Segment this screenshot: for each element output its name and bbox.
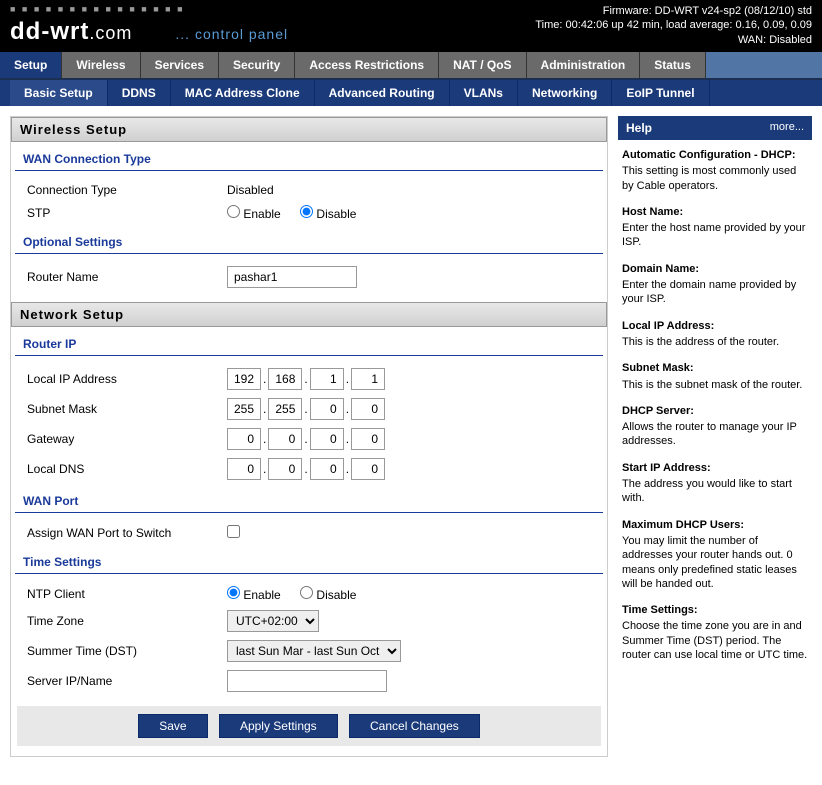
help-item-desc: The address you would like to start with… — [622, 477, 808, 506]
subtab-advanced-routing[interactable]: Advanced Routing — [315, 80, 450, 106]
sub-tabs: Basic Setup DDNS MAC Address Clone Advan… — [0, 80, 822, 106]
tab-services[interactable]: Services — [141, 52, 219, 78]
tab-wireless[interactable]: Wireless — [62, 52, 140, 78]
input-subnet-0[interactable] — [227, 398, 261, 420]
help-item-title: Automatic Configuration - DHCP: — [622, 148, 808, 162]
help-item-desc: This is the subnet mask of the router. — [622, 378, 808, 392]
value-connection-type: Disabled — [227, 183, 591, 197]
label-local-dns: Local DNS — [27, 462, 227, 476]
input-gateway-1[interactable] — [268, 428, 302, 450]
fieldset-optional: Optional Settings — [15, 225, 603, 254]
input-localip-2[interactable] — [310, 368, 344, 390]
input-gateway-2[interactable] — [310, 428, 344, 450]
input-localip-0[interactable] — [227, 368, 261, 390]
input-subnet-1[interactable] — [268, 398, 302, 420]
input-dns-1[interactable] — [268, 458, 302, 480]
save-button[interactable]: Save — [138, 714, 207, 738]
label-assign-wan: Assign WAN Port to Switch — [27, 526, 227, 540]
help-item-desc: This setting is most commonly used by Ca… — [622, 164, 808, 193]
help-item-title: DHCP Server: — [622, 404, 808, 418]
input-dns-0[interactable] — [227, 458, 261, 480]
input-gateway-3[interactable] — [351, 428, 385, 450]
subtab-ddns[interactable]: DDNS — [108, 80, 171, 106]
help-more-link[interactable]: more... — [770, 121, 804, 135]
help-item-desc: Enter the host name provided by your ISP… — [622, 221, 808, 250]
fieldset-wan-port: WAN Port — [15, 484, 603, 513]
logo-subtitle: ... control panel — [175, 26, 288, 42]
input-gateway-0[interactable] — [227, 428, 261, 450]
tab-access-restrictions[interactable]: Access Restrictions — [295, 52, 439, 78]
logo: ■ ■ ■ ■ ■ ■ ■ ■ ■ ■ ■ ■ ■ ■ ■ dd-wrt.com… — [10, 4, 288, 47]
help-header: Help more... — [618, 116, 812, 140]
label-subnet: Subnet Mask — [27, 402, 227, 416]
input-dns-2[interactable] — [310, 458, 344, 480]
help-title: Help — [626, 121, 652, 135]
help-item-desc: Enter the domain name provided by your I… — [622, 278, 808, 307]
help-item-desc: Allows the router to manage your IP addr… — [622, 420, 808, 449]
subtab-mac-clone[interactable]: MAC Address Clone — [171, 80, 315, 106]
help-item-desc: Choose the time zone you are in and Summ… — [622, 619, 808, 662]
input-subnet-3[interactable] — [351, 398, 385, 420]
label-local-ip: Local IP Address — [27, 372, 227, 386]
tab-administration[interactable]: Administration — [527, 52, 641, 78]
apply-button[interactable]: Apply Settings — [219, 714, 338, 738]
fieldset-time: Time Settings — [15, 545, 603, 574]
label-timezone: Time Zone — [27, 614, 227, 628]
help-column: Help more... Automatic Configuration - D… — [618, 116, 812, 757]
main-tabs: Setup Wireless Services Security Access … — [0, 52, 822, 80]
input-dns-3[interactable] — [351, 458, 385, 480]
select-timezone[interactable]: UTC+02:00 — [227, 610, 319, 632]
section-wireless-setup: Wireless Setup — [11, 117, 607, 142]
input-localip-1[interactable] — [268, 368, 302, 390]
help-list: Automatic Configuration - DHCP: This sett… — [618, 140, 812, 682]
logo-text: dd-wrt.com — [10, 18, 132, 45]
radio-ntp-enable[interactable] — [227, 586, 240, 599]
help-item-desc: This is the address of the router. — [622, 335, 808, 349]
tab-security[interactable]: Security — [219, 52, 295, 78]
label-stp: STP — [27, 206, 227, 220]
input-localip-3[interactable] — [351, 368, 385, 390]
fieldset-router-ip: Router IP — [15, 327, 603, 356]
fieldset-wan-connection: WAN Connection Type — [15, 142, 603, 171]
input-router-name[interactable] — [227, 266, 357, 288]
help-item-title: Subnet Mask: — [622, 361, 808, 375]
logo-dots: ■ ■ ■ ■ ■ ■ ■ ■ ■ ■ ■ ■ ■ ■ ■ — [10, 4, 288, 16]
section-network-setup: Network Setup — [11, 302, 607, 327]
help-item-title: Local IP Address: — [622, 319, 808, 333]
tab-setup[interactable]: Setup — [0, 52, 62, 78]
radio-stp-disable[interactable] — [300, 205, 313, 218]
help-item-desc: You may limit the number of addresses yo… — [622, 534, 808, 591]
help-item-title: Start IP Address: — [622, 461, 808, 475]
subtab-networking[interactable]: Networking — [518, 80, 612, 106]
help-item-title: Domain Name: — [622, 262, 808, 276]
tab-status[interactable]: Status — [640, 52, 706, 78]
help-item-title: Maximum DHCP Users: — [622, 518, 808, 532]
subtab-basic-setup[interactable]: Basic Setup — [10, 80, 108, 106]
button-row: Save Apply Settings Cancel Changes — [17, 706, 601, 746]
label-router-name: Router Name — [27, 270, 227, 284]
help-item-title: Host Name: — [622, 205, 808, 219]
input-server-ip[interactable] — [227, 670, 387, 692]
subtab-eoip-tunnel[interactable]: EoIP Tunnel — [612, 80, 709, 106]
help-item-title: Time Settings: — [622, 603, 808, 617]
checkbox-assign-wan[interactable] — [227, 525, 240, 538]
label-connection-type: Connection Type — [27, 183, 227, 197]
label-dst: Summer Time (DST) — [27, 644, 227, 658]
label-gateway: Gateway — [27, 432, 227, 446]
label-server-ip: Server IP/Name — [27, 674, 227, 688]
tab-nat-qos[interactable]: NAT / QoS — [439, 52, 526, 78]
select-dst[interactable]: last Sun Mar - last Sun Oct — [227, 640, 401, 662]
label-ntp: NTP Client — [27, 587, 227, 601]
cancel-button[interactable]: Cancel Changes — [349, 714, 480, 738]
input-subnet-2[interactable] — [310, 398, 344, 420]
header: ■ ■ ■ ■ ■ ■ ■ ■ ■ ■ ■ ■ ■ ■ ■ dd-wrt.com… — [0, 0, 822, 52]
main-column: Wireless Setup WAN Connection Type Conne… — [10, 116, 608, 757]
subtab-vlans[interactable]: VLANs — [450, 80, 518, 106]
radio-ntp-disable[interactable] — [300, 586, 313, 599]
radio-stp-enable[interactable] — [227, 205, 240, 218]
